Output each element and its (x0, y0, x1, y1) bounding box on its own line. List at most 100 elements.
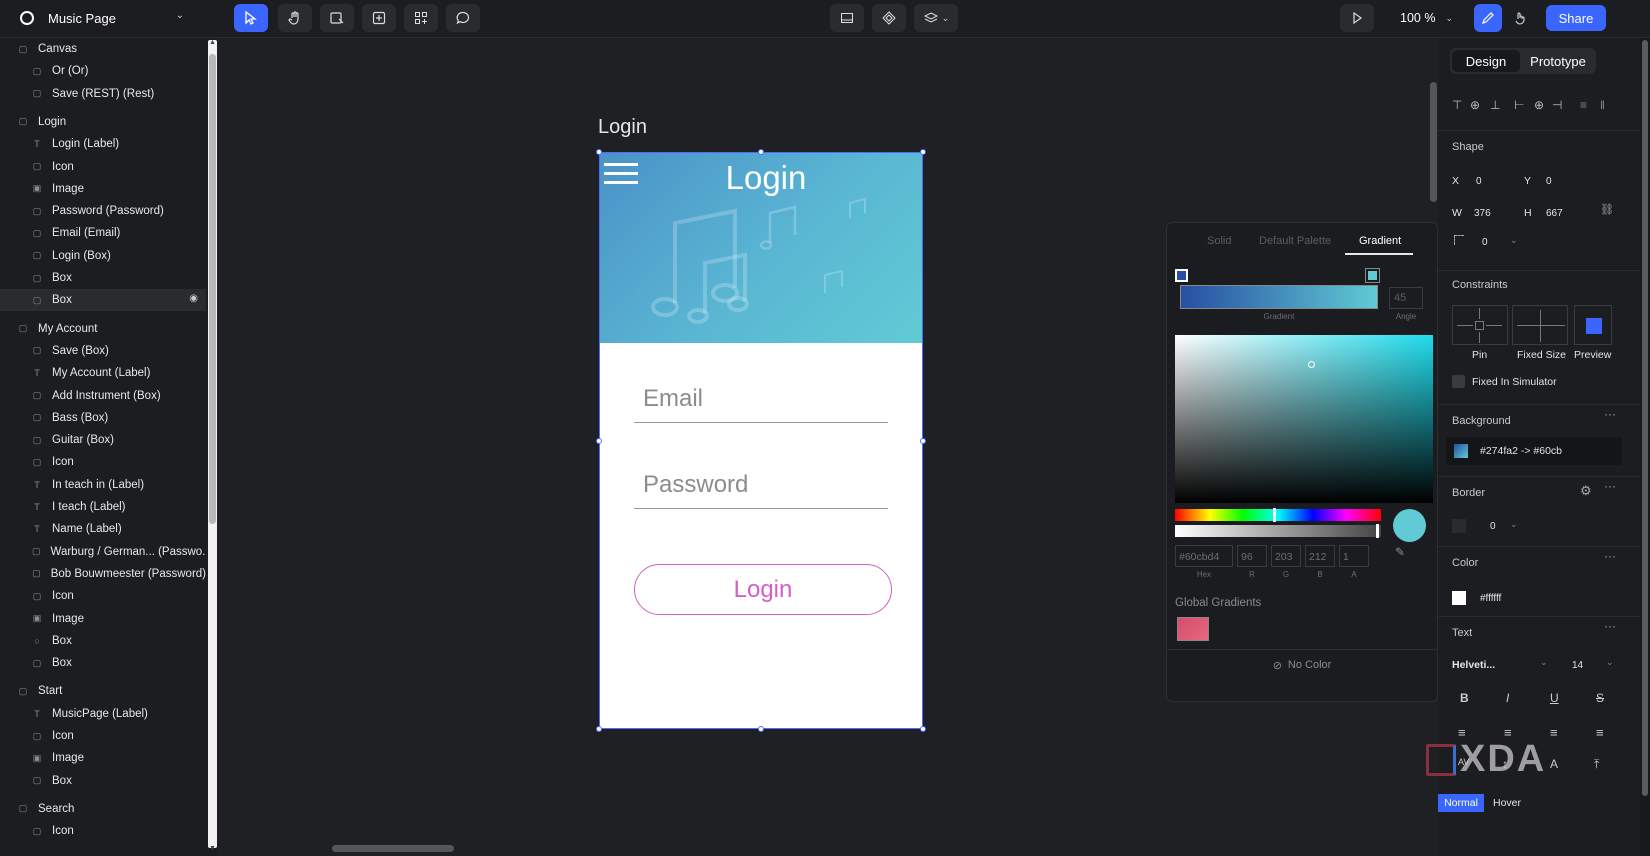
w-input[interactable]: 376 (1474, 208, 1491, 219)
eyedropper-icon[interactable]: ✎ (1395, 545, 1405, 559)
layer-row[interactable]: ▢ Box (0, 267, 206, 289)
selection-handle[interactable] (920, 726, 926, 732)
tab-gradient[interactable]: Gradient (1359, 235, 1401, 247)
login-button[interactable]: Login (634, 564, 892, 615)
layer-row[interactable]: ▣ Image (0, 747, 206, 769)
align-top-icon[interactable]: ⊤ (1452, 98, 1462, 112)
layers-scrollbar[interactable] (208, 40, 217, 848)
selection-handle[interactable] (920, 438, 926, 444)
more-options-icon[interactable]: ··· (1604, 549, 1616, 563)
layer-row[interactable]: ▢ Add Instrument (Box) (0, 385, 206, 407)
font-family-select[interactable]: Helveti... (1452, 659, 1495, 671)
layer-row[interactable]: ▢ Bass (Box) (0, 407, 206, 429)
layer-row[interactable]: ▢ Bob Bouwmeester (Password) (0, 563, 206, 585)
layer-row[interactable]: ▢ Icon (0, 820, 206, 842)
tab-default-palette[interactable]: Default Palette (1259, 235, 1331, 247)
layer-row[interactable]: T My Account (Label) (0, 362, 206, 384)
layer-row[interactable]: ▢ Icon (0, 156, 206, 178)
selection-handle[interactable] (920, 149, 926, 155)
border-width-input[interactable]: 0 (1490, 521, 1496, 532)
properties-scrollbar-thumb[interactable] (1642, 40, 1648, 796)
alpha-slider[interactable] (1175, 525, 1381, 537)
chevron-down-icon[interactable]: ⌄ (1540, 657, 1548, 668)
gear-icon[interactable]: ⚙ (1580, 483, 1592, 499)
gradient-bar[interactable] (1180, 285, 1378, 309)
font-size-input[interactable]: 14 (1572, 660, 1583, 671)
eye-icon[interactable]: ◉ (189, 293, 198, 304)
layer-row[interactable]: ▢ Login (Box) (0, 245, 206, 267)
tab-design[interactable]: Design (1452, 50, 1520, 72)
layer-row[interactable]: T MusicPage (Label) (0, 703, 206, 725)
more-options-icon[interactable]: ··· (1604, 619, 1616, 633)
link-icon[interactable]: ⛓ (1600, 203, 1614, 216)
distribute-vertical-icon[interactable]: ≡ (1580, 98, 1587, 112)
chevron-down-icon[interactable]: ⌄ (1510, 519, 1518, 530)
gradient-stop-end[interactable] (1365, 268, 1380, 283)
email-field[interactable]: Email (634, 375, 888, 423)
selection-handle[interactable] (596, 438, 602, 444)
password-field[interactable]: Password (634, 461, 888, 509)
selection-handle[interactable] (758, 726, 764, 732)
align-bottom-icon[interactable]: ⊥ (1490, 98, 1500, 112)
x-input[interactable]: 0 (1476, 176, 1482, 187)
italic-icon[interactable]: I (1506, 691, 1509, 705)
frame-tool-button[interactable] (320, 4, 354, 32)
layer-row[interactable]: T I teach (Label) (0, 496, 206, 518)
justify-text-icon[interactable]: ≡ (1596, 725, 1604, 740)
layer-row[interactable]: ▢ Password (Password) (0, 200, 206, 222)
tab-solid[interactable]: Solid (1207, 235, 1231, 247)
components-tool-button[interactable] (404, 4, 438, 32)
interact-mode-button[interactable] (1506, 4, 1534, 32)
y-input[interactable]: 0 (1546, 176, 1552, 187)
layers-menu-button[interactable]: ⌄ (914, 4, 958, 32)
align-left-icon[interactable]: ⊢ (1514, 98, 1524, 112)
h-input[interactable]: 667 (1546, 208, 1563, 219)
gradient-stop-start[interactable] (1175, 269, 1188, 282)
layer-group-row[interactable]: ▢ My Account (0, 318, 206, 340)
layer-row[interactable]: T Name (Label) (0, 518, 206, 540)
layer-row[interactable]: ○ Box (0, 630, 206, 652)
layer-row[interactable]: ▢ Save (Box) (0, 340, 206, 362)
hex-input[interactable]: #60cbd4 (1175, 545, 1233, 567)
distribute-horizontal-icon[interactable]: ‖ (1600, 98, 1605, 112)
chevron-down-icon[interactable]: ⌄ (1510, 235, 1518, 246)
project-selector[interactable]: Music Page ⌄ (8, 4, 196, 32)
share-button[interactable]: Share (1546, 5, 1606, 31)
no-color-button[interactable]: ⊘ No Color (1167, 655, 1437, 675)
layer-row[interactable]: ▢ Warburg / German... (Passwo... (0, 541, 206, 563)
vertical-align-top-icon[interactable]: ⤒ (1594, 757, 1599, 772)
global-gradient-swatch[interactable] (1177, 617, 1209, 641)
strikethrough-icon[interactable]: S (1596, 691, 1604, 705)
fixed-size-box[interactable] (1512, 305, 1568, 345)
device-frame-button[interactable] (830, 4, 864, 32)
preview-play-button[interactable] (1340, 4, 1374, 32)
hue-slider[interactable] (1175, 509, 1381, 521)
g-input[interactable]: 203 (1271, 545, 1301, 567)
r-input[interactable]: 96 (1237, 545, 1267, 567)
alpha-slider-thumb[interactable] (1376, 524, 1379, 538)
underline-icon[interactable]: U (1550, 691, 1559, 705)
align-center-icon[interactable]: ⊕ (1534, 98, 1544, 112)
more-options-icon[interactable]: ··· (1604, 479, 1616, 493)
text-color-value[interactable]: #ffffff (1480, 593, 1501, 604)
selection-handle[interactable] (596, 726, 602, 732)
artboard-name[interactable]: Login (598, 116, 647, 139)
zoom-selector[interactable]: 100 % ⌄ (1392, 4, 1460, 32)
layer-row[interactable]: ▢ Or (Or) (0, 60, 206, 82)
layer-row[interactable]: ▢ Box (0, 770, 206, 792)
layer-row[interactable]: ▢ Icon (0, 451, 206, 473)
tab-prototype[interactable]: Prototype (1522, 50, 1594, 72)
layer-row[interactable]: ▢ Save (REST) (Rest) (0, 83, 206, 105)
fixed-in-simulator-checkbox[interactable] (1452, 375, 1465, 388)
layer-row[interactable]: ▢ Guitar (Box) (0, 429, 206, 451)
layer-row[interactable]: ▢ Icon (0, 585, 206, 607)
hue-slider-thumb[interactable] (1273, 508, 1276, 522)
canvas-horizontal-scrollbar[interactable] (332, 845, 454, 852)
layer-group-row[interactable]: ▢ Start (0, 680, 206, 702)
hand-tool-button[interactable] (278, 4, 312, 32)
chevron-down-icon[interactable]: ⌄ (1606, 657, 1614, 668)
border-color-swatch[interactable] (1452, 519, 1466, 533)
align-right-text-icon[interactable]: ≡ (1550, 725, 1558, 740)
preview-box[interactable] (1574, 305, 1612, 345)
pin-constraint-box[interactable] (1452, 305, 1508, 345)
